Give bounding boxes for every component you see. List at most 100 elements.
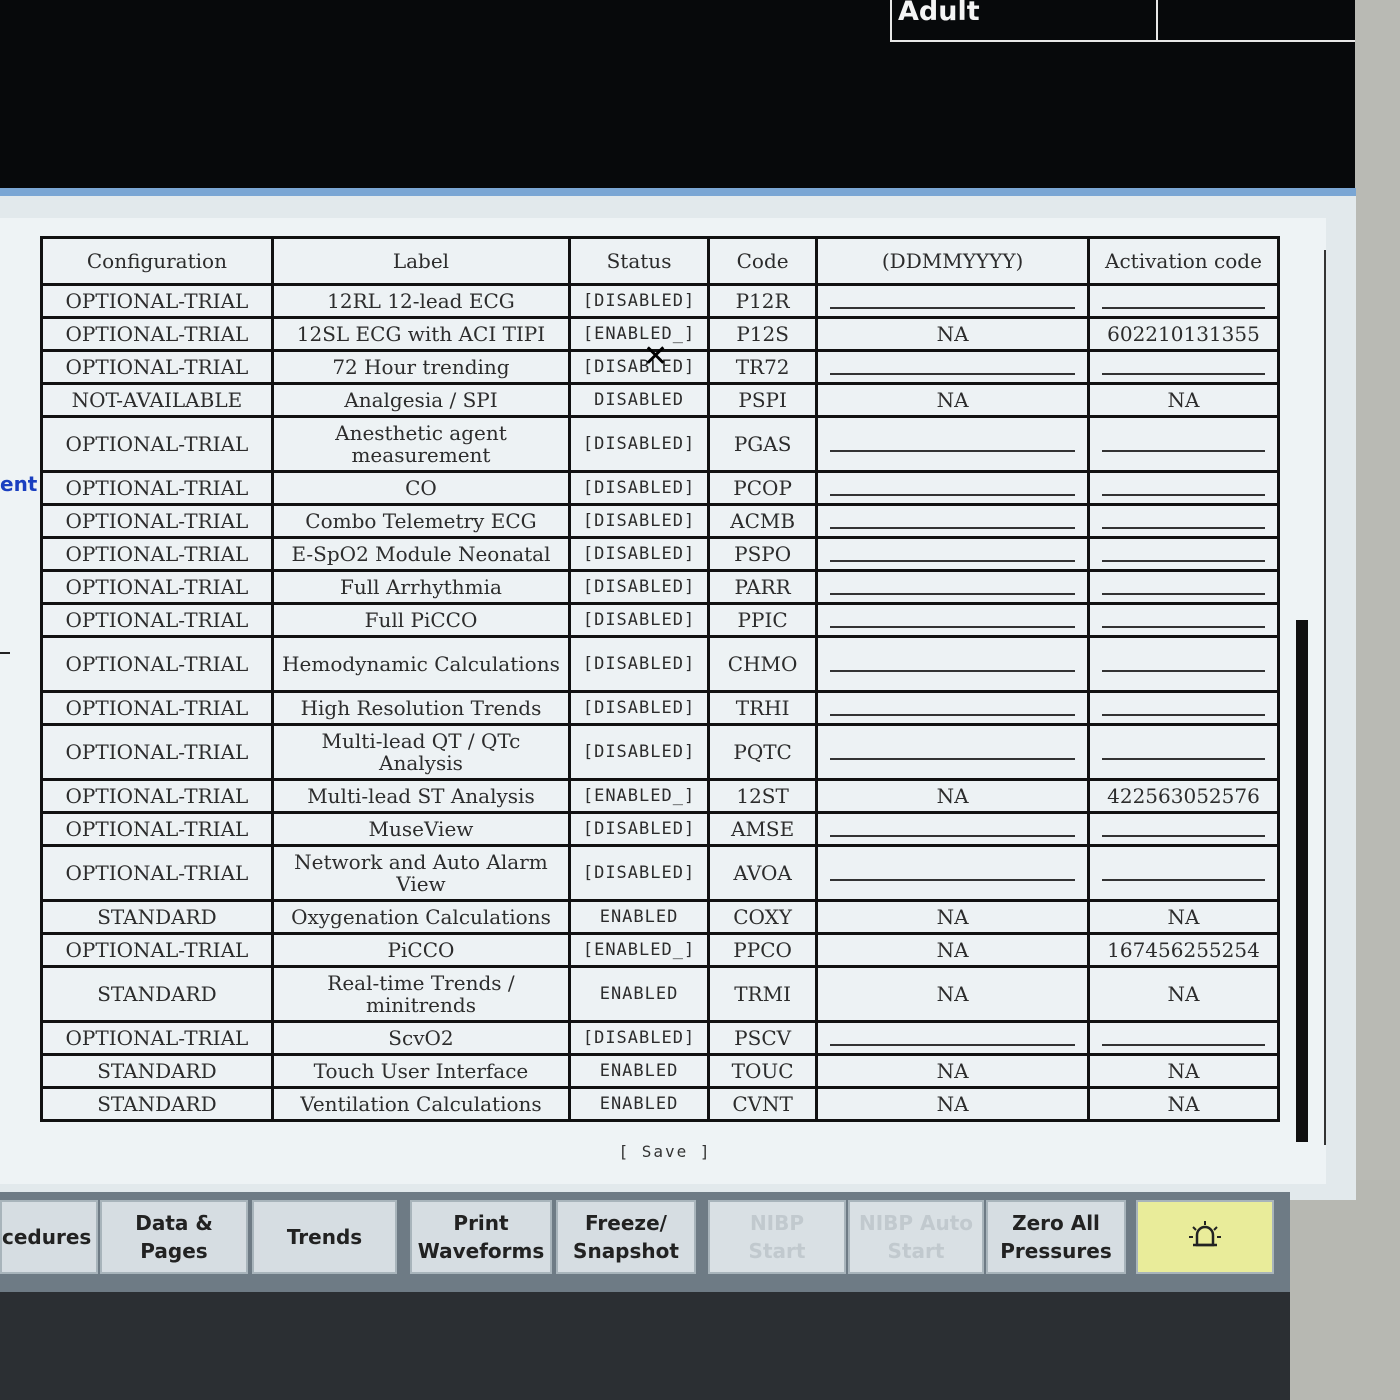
activation-input-field[interactable] (1101, 494, 1265, 496)
table-scrollbar[interactable] (1324, 250, 1348, 1145)
status-cell: [DISABLED] (568, 283, 710, 319)
activation-input-field[interactable] (1101, 626, 1265, 628)
table-row: OPTIONAL-TRIAL High Resolution Trends [DIS… (40, 690, 1281, 726)
code-cell: TOUC (706, 1053, 819, 1089)
scrollbar-thumb[interactable] (1296, 620, 1308, 1142)
activation-cell[interactable] (1086, 536, 1281, 572)
activation-cell[interactable] (1086, 690, 1281, 726)
config-cell: OPTIONAL-TRIAL (40, 778, 274, 814)
expiration-cell[interactable] (815, 470, 1090, 506)
activation-cell[interactable] (1086, 844, 1281, 902)
activation-cell[interactable] (1086, 415, 1281, 473)
config-cell: STANDARD (40, 1086, 274, 1122)
expiration-cell: NA (815, 382, 1090, 418)
expiration-cell[interactable] (815, 602, 1090, 638)
activation-cell[interactable] (1086, 569, 1281, 605)
activation-cell[interactable] (1086, 470, 1281, 506)
label-cell: Real-time Trends / minitrends (270, 965, 572, 1023)
expiration-cell[interactable] (815, 690, 1090, 726)
code-cell: COXY (706, 899, 819, 935)
status-cell: [DISABLED] (568, 503, 710, 539)
activation-input-field[interactable] (1101, 450, 1265, 452)
label-cell: Oxygenation Calculations (270, 899, 572, 935)
activation-cell[interactable] (1086, 283, 1281, 319)
nibp-start-button[interactable]: NIBP Start (708, 1200, 846, 1274)
activation-input-field[interactable] (1101, 670, 1265, 672)
config-cell: OPTIONAL-TRIAL (40, 932, 274, 968)
table-row: OPTIONAL-TRIAL Anesthetic agent measureme… (40, 415, 1281, 473)
side-divider (0, 652, 10, 654)
expiration-input-field[interactable] (830, 670, 1075, 672)
activation-cell[interactable] (1086, 349, 1281, 385)
save-button[interactable]: [ Save ] (610, 1138, 720, 1164)
expiration-cell[interactable] (815, 723, 1090, 781)
expiration-input-field[interactable] (830, 879, 1075, 881)
code-cell: AMSE (706, 811, 819, 847)
data-pages-button[interactable]: Data & Pages (100, 1200, 248, 1274)
expiration-cell[interactable] (815, 569, 1090, 605)
table-header-row: Configuration Label Status Code (DDMMYYY… (40, 236, 1281, 286)
activation-cell[interactable] (1086, 1020, 1281, 1056)
activation-input-field[interactable] (1101, 560, 1265, 562)
expiration-cell: NA (815, 1086, 1090, 1122)
side-menu-fragment[interactable]: ent (0, 472, 37, 496)
activation-input-field[interactable] (1101, 879, 1265, 881)
activation-cell[interactable] (1086, 811, 1281, 847)
code-cell: PPIC (706, 602, 819, 638)
code-cell: PGAS (706, 415, 819, 473)
status-cell: DISABLED (568, 382, 710, 418)
activation-cell[interactable] (1086, 635, 1281, 693)
expiration-cell[interactable] (815, 503, 1090, 539)
expiration-input-field[interactable] (830, 307, 1075, 309)
activation-cell[interactable] (1086, 723, 1281, 781)
expiration-cell[interactable] (815, 811, 1090, 847)
expiration-cell[interactable] (815, 1020, 1090, 1056)
label-cell: Multi-lead ST Analysis (270, 778, 572, 814)
label-cell: Multi-lead QT / QTc Analysis (270, 723, 572, 781)
activation-input-field[interactable] (1101, 527, 1265, 529)
status-cell: [DISABLED] (568, 536, 710, 572)
activation-input-field[interactable] (1101, 835, 1265, 837)
expiration-input-field[interactable] (830, 527, 1075, 529)
zero-all-pressures-button[interactable]: Zero All Pressures (986, 1200, 1126, 1274)
expiration-cell[interactable] (815, 844, 1090, 902)
activation-cell[interactable] (1086, 602, 1281, 638)
expiration-input-field[interactable] (830, 560, 1075, 562)
config-cell: STANDARD (40, 899, 274, 935)
status-cell: [DISABLED] (568, 1020, 710, 1056)
expiration-input-field[interactable] (830, 626, 1075, 628)
status-cell: [DISABLED] (568, 723, 710, 781)
expiration-input-field[interactable] (830, 835, 1075, 837)
print-waveforms-button[interactable]: Print Waveforms (410, 1200, 552, 1274)
expiration-input-field[interactable] (830, 593, 1075, 595)
status-cell: [DISABLED] (568, 349, 710, 385)
expiration-input-field[interactable] (830, 1044, 1075, 1046)
expiration-input-field[interactable] (830, 373, 1075, 375)
activation-input-field[interactable] (1101, 373, 1265, 375)
trends-button[interactable]: Trends (252, 1200, 397, 1274)
activation-input-field[interactable] (1101, 593, 1265, 595)
activation-input-field[interactable] (1101, 307, 1265, 309)
expiration-cell[interactable] (815, 536, 1090, 572)
table-row: OPTIONAL-TRIAL CO [DISABLED] PCOP (40, 470, 1281, 506)
expiration-cell[interactable] (815, 415, 1090, 473)
expiration-cell[interactable] (815, 635, 1090, 693)
activation-input-field[interactable] (1101, 758, 1265, 760)
col-activation: Activation code (1086, 236, 1281, 286)
activation-cell: NA (1086, 1086, 1281, 1122)
freeze-snapshot-button[interactable]: Freeze/ Snapshot (556, 1200, 696, 1274)
activation-input-field[interactable] (1101, 714, 1265, 716)
status-cell: ENABLED (568, 1053, 710, 1089)
nibp-auto-start-button[interactable]: NIBP Auto Start (848, 1200, 984, 1274)
expiration-input-field[interactable] (830, 494, 1075, 496)
alarm-silence-button[interactable] (1136, 1200, 1274, 1274)
procedures-button[interactable]: cedures (0, 1200, 98, 1274)
expiration-input-field[interactable] (830, 450, 1075, 452)
expiration-input-field[interactable] (830, 758, 1075, 760)
activation-input-field[interactable] (1101, 1044, 1265, 1046)
expiration-input-field[interactable] (830, 714, 1075, 716)
expiration-cell[interactable] (815, 349, 1090, 385)
patient-info-box[interactable]: Adult (890, 0, 1368, 42)
expiration-cell[interactable] (815, 283, 1090, 319)
activation-cell[interactable] (1086, 503, 1281, 539)
